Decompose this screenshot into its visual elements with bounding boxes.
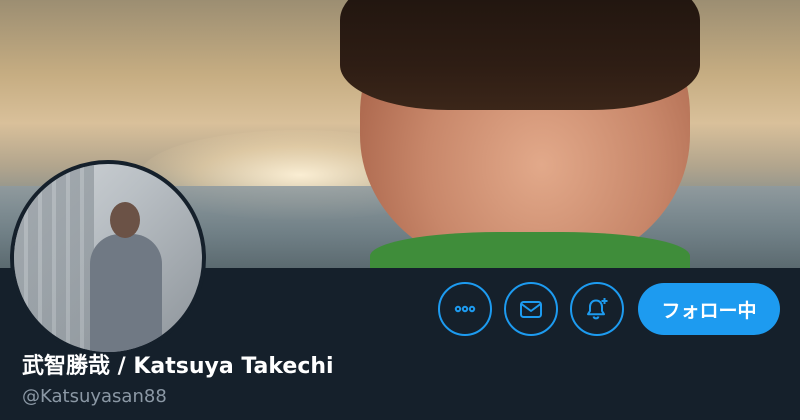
avatar-background-building	[14, 164, 94, 352]
envelope-icon	[520, 301, 542, 318]
more-button[interactable]	[438, 282, 492, 336]
following-button[interactable]: フォロー中	[638, 283, 780, 335]
profile-actions: フォロー中	[438, 282, 780, 336]
more-horizontal-icon	[454, 305, 476, 313]
banner-child-shirt	[370, 232, 690, 268]
bell-plus-icon	[587, 298, 608, 320]
user-handle: @Katsuyasan88	[22, 386, 167, 407]
notifications-button[interactable]	[570, 282, 624, 336]
avatar-person-head	[110, 202, 140, 238]
display-name: 武智勝哉 / Katsuya Takechi	[22, 354, 334, 379]
message-button[interactable]	[504, 282, 558, 336]
avatar[interactable]	[10, 160, 206, 356]
avatar-person-body	[90, 234, 162, 352]
banner-child-hair	[340, 0, 700, 110]
profile-names: 武智勝哉 / Katsuya Takechi @Katsuyasan88	[22, 352, 334, 410]
